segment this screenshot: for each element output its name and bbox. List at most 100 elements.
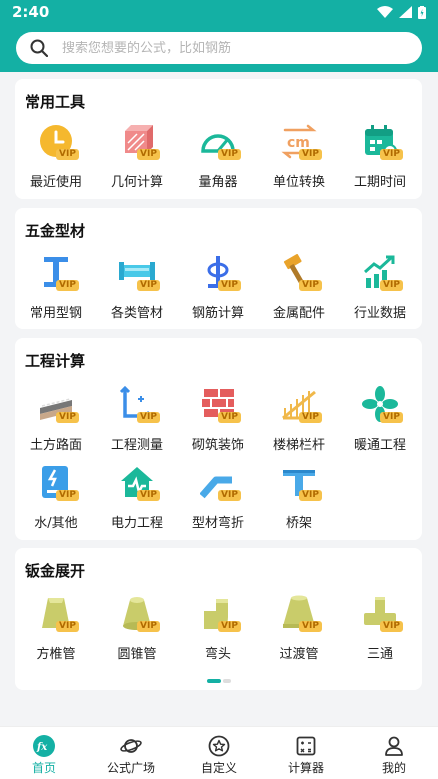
vip-badge: VIP (56, 412, 79, 423)
vip-badge: VIP (380, 621, 403, 632)
tool-label: 工期时间 (353, 175, 406, 190)
tab-calculator[interactable]: 计算器 (262, 727, 350, 779)
tool-geometry[interactable]: VIP 几何计算 (97, 123, 177, 193)
tool-calendar[interactable]: VIP 工期时间 (340, 123, 420, 193)
tool-hvac[interactable]: VIP 暖通工程 (340, 386, 420, 456)
tool-label: 最近使用 (29, 175, 82, 190)
tool-earthwork[interactable]: VIP 土方路面 (16, 386, 96, 456)
tool-label: 桥架 (285, 516, 312, 531)
tool-label: 钢筋计算 (191, 306, 244, 321)
search-input[interactable] (62, 40, 382, 56)
vip-badge: VIP (299, 412, 322, 423)
vip-badge: VIP (56, 490, 79, 501)
tab-custom[interactable]: 自定义 (175, 727, 263, 779)
tool-label: 电力工程 (110, 516, 163, 531)
search-bar[interactable] (16, 32, 422, 64)
search-icon (30, 39, 48, 57)
section-title: 五金型材 (25, 222, 86, 240)
star-circle-icon (208, 735, 230, 757)
tab-label: 公式广场 (106, 761, 155, 775)
page-indicator (207, 679, 231, 683)
section-title: 常用工具 (25, 93, 86, 111)
tool-masonry[interactable]: VIP 砌筑装饰 (178, 386, 258, 456)
tool-label: 金属配件 (272, 306, 325, 321)
tool-water[interactable]: VIP 水/其他 (16, 464, 96, 534)
tool-label: 行业数据 (353, 306, 406, 321)
vip-badge: VIP (218, 621, 241, 632)
vip-badge: VIP (56, 621, 79, 632)
vip-badge: VIP (218, 412, 241, 423)
tool-label: 各类管材 (110, 306, 163, 321)
section-hardware: 五金型材 VIP 常用型钢 VIP 各类管材 VIP 钢筋计算 VIP 金属配件… (15, 208, 422, 329)
tool-profile-bend[interactable]: VIP 型材弯折 (178, 464, 258, 534)
vip-badge: VIP (137, 412, 160, 423)
tool-protractor[interactable]: VIP 量角器 (178, 123, 258, 193)
tool-label: 暖通工程 (353, 438, 406, 453)
vip-badge: VIP (56, 149, 79, 160)
tool-label: 单位转换 (272, 175, 325, 190)
tool-square-cone[interactable]: VIP 方椎管 (16, 595, 96, 665)
vip-badge: VIP (380, 280, 403, 291)
indicator-dot (223, 679, 231, 683)
section-common-tools: 常用工具 VIP 最近使用 VIP 几何计算 VIP 量角器 cm VIP 单位… (15, 79, 422, 199)
tool-stairs[interactable]: VIP 楼梯栏杆 (259, 386, 339, 456)
tool-metal-parts[interactable]: VIP 金属配件 (259, 254, 339, 324)
bottom-tab-bar: fx 首页 公式广场 自定义 计算器 我的 (0, 726, 438, 779)
calculator-icon (296, 736, 316, 756)
tool-label: 水/其他 (34, 516, 78, 531)
tool-rebar[interactable]: VIP 钢筋计算 (178, 254, 258, 324)
wifi-icon (377, 6, 393, 18)
tool-i-beam[interactable]: VIP 常用型钢 (16, 254, 96, 324)
header (0, 24, 438, 72)
tool-unit-convert[interactable]: cm VIP 单位转换 (259, 123, 339, 193)
signal-icon (399, 6, 412, 18)
vip-badge: VIP (218, 490, 241, 501)
tool-pipe[interactable]: VIP 各类管材 (97, 254, 177, 324)
svg-text:fx: fx (36, 742, 48, 753)
tab-home[interactable]: fx 首页 (0, 727, 88, 779)
tool-label: 常用型钢 (29, 306, 82, 321)
status-time: 2:40 (12, 3, 50, 21)
vip-badge: VIP (299, 280, 322, 291)
vip-badge: VIP (218, 280, 241, 291)
tab-formula-square[interactable]: 公式广场 (87, 727, 175, 779)
vip-badge: VIP (299, 490, 322, 501)
planet-icon (120, 739, 142, 753)
tool-label: 土方路面 (29, 438, 82, 453)
tool-elbow[interactable]: VIP 弯头 (178, 595, 258, 665)
tool-label: 工程测量 (110, 438, 163, 453)
vip-badge: VIP (137, 490, 160, 501)
tab-profile[interactable]: 我的 (350, 727, 438, 779)
user-icon (385, 736, 403, 756)
vip-badge: VIP (380, 149, 403, 160)
tool-industry-data[interactable]: VIP 行业数据 (340, 254, 420, 324)
tool-tee[interactable]: VIP 三通 (340, 595, 420, 665)
section-engineering: 工程计算 VIP 土方路面 VIP 工程测量 VIP 砌筑装饰 VIP 楼梯栏杆… (15, 338, 422, 540)
section-title: 工程计算 (25, 352, 86, 370)
vip-badge: VIP (137, 621, 160, 632)
section-sheet-metal: 钣金展开 VIP 方椎管 VIP 圆锥管 VIP 弯头 VIP 过渡管 VIP … (15, 548, 422, 690)
tool-label: 弯头 (204, 647, 231, 662)
status-bar: 2:40 (0, 0, 438, 24)
tab-label: 我的 (381, 761, 406, 775)
tool-recent[interactable]: VIP 最近使用 (16, 123, 96, 193)
tool-label: 方椎管 (36, 647, 76, 662)
tool-label: 过渡管 (279, 647, 319, 662)
tool-bridge[interactable]: VIP 桥架 (259, 464, 339, 534)
vip-badge: VIP (218, 149, 241, 160)
status-icons (377, 5, 426, 19)
tool-label: 楼梯栏杆 (272, 438, 325, 453)
fx-icon: fx (33, 735, 55, 757)
vip-badge: VIP (137, 149, 160, 160)
vip-badge: VIP (380, 412, 403, 423)
tool-transition[interactable]: VIP 过渡管 (259, 595, 339, 665)
tab-label: 自定义 (200, 761, 237, 775)
tool-round-cone[interactable]: VIP 圆锥管 (97, 595, 177, 665)
tool-label: 型材弯折 (191, 516, 244, 531)
section-title: 钣金展开 (25, 562, 86, 580)
tool-power[interactable]: VIP 电力工程 (97, 464, 177, 534)
tool-label: 圆锥管 (117, 647, 157, 662)
tool-survey[interactable]: VIP 工程测量 (97, 386, 177, 456)
tab-label: 首页 (31, 761, 56, 775)
indicator-dot-active (207, 679, 221, 683)
